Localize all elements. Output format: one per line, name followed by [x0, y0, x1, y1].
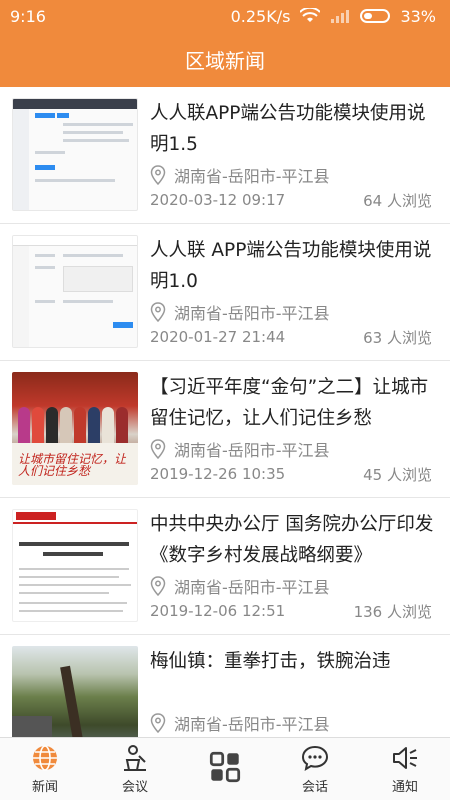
news-thumbnail: [12, 98, 138, 211]
status-bar: 9:16 0.25K/s 33%: [0, 0, 450, 32]
battery-icon: [360, 9, 391, 23]
thumbnail-caption: 让城市留住记忆，让人们记住乡愁: [18, 452, 127, 478]
location-pin-icon: [150, 712, 166, 733]
news-title: 梅仙镇：重拳打击，铁腕治违: [150, 651, 391, 672]
chat-icon: [301, 745, 329, 771]
location-pin-icon: [150, 438, 166, 459]
news-date: 2020-03-12 09:17: [150, 191, 286, 210]
tab-news[interactable]: 新闻: [0, 738, 90, 800]
signal-icon: [331, 10, 350, 23]
location-pin-icon: [150, 301, 166, 322]
tab-apps[interactable]: [180, 738, 270, 800]
tab-label: 会话: [301, 779, 328, 795]
status-time: 9:16: [10, 6, 46, 26]
news-views: 64 人浏览: [363, 191, 432, 210]
news-location: 湖南省-岳阳市-平江县: [174, 440, 330, 460]
grid-icon: [209, 751, 241, 783]
tab-notice[interactable]: 通知: [360, 738, 450, 800]
news-item[interactable]: 让城市留住记忆，让人们记住乡愁 【习近平年度“金句”之二】让城市留住记忆，让人们…: [0, 361, 450, 498]
tab-chat[interactable]: 会话: [270, 738, 360, 800]
news-item[interactable]: 梅仙镇：重拳打击，铁腕治违 湖南省-岳阳市-平江县: [0, 635, 450, 737]
location-pin-icon: [150, 164, 166, 185]
news-title: 人人联 APP端公告功能模块使用说明1.0: [150, 240, 432, 292]
page-header: 区域新闻: [0, 32, 450, 87]
news-location: 湖南省-岳阳市-平江县: [174, 166, 330, 186]
speaker-icon: [393, 746, 417, 769]
news-thumbnail: 让城市留住记忆，让人们记住乡愁: [12, 372, 138, 485]
network-speed: 0.25K/s: [230, 6, 291, 26]
news-date: 2020-01-27 21:44: [150, 328, 286, 347]
news-views: 63 人浏览: [363, 328, 432, 347]
page-title: 区域新闻: [185, 49, 265, 73]
news-views: 45 人浏览: [363, 465, 432, 484]
news-item[interactable]: 中共中央办公厅 国务院办公厅印发《数字乡村发展战略纲要》 湖南省-岳阳市-平江县…: [0, 498, 450, 635]
news-thumbnail: [12, 646, 138, 737]
news-location: 湖南省-岳阳市-平江县: [174, 577, 330, 597]
news-item[interactable]: 人人联 APP端公告功能模块使用说明1.0 湖南省-岳阳市-平江县 2020-0…: [0, 224, 450, 361]
news-views: 136 人浏览: [353, 602, 432, 621]
tab-label: 会议: [121, 779, 148, 795]
news-location: 湖南省-岳阳市-平江县: [174, 714, 330, 734]
news-item[interactable]: 人人联APP端公告功能模块使用说明1.5 湖南省-岳阳市-平江县 2020-03…: [0, 87, 450, 224]
news-title: 【习近平年度“金句”之二】让城市留住记忆，让人们记住乡愁: [150, 377, 429, 429]
podium-icon: [124, 744, 146, 771]
globe-icon: [33, 744, 57, 771]
news-thumbnail: [12, 235, 138, 348]
battery-level: 33%: [400, 6, 436, 26]
news-date: 2019-12-06 12:51: [150, 602, 286, 621]
tab-meeting[interactable]: 会议: [90, 738, 180, 800]
tab-label: 新闻: [31, 779, 58, 795]
news-list[interactable]: 人人联APP端公告功能模块使用说明1.5 湖南省-岳阳市-平江县 2020-03…: [0, 87, 450, 737]
news-title: 人人联APP端公告功能模块使用说明1.5: [150, 103, 426, 155]
news-title: 中共中央办公厅 国务院办公厅印发《数字乡村发展战略纲要》: [150, 514, 434, 566]
location-pin-icon: [150, 575, 166, 596]
news-thumbnail: [12, 509, 138, 622]
news-date: 2019-12-26 10:35: [150, 465, 286, 484]
news-location: 湖南省-岳阳市-平江县: [174, 303, 330, 323]
bottom-tab-bar: 新闻 会议 会话 通知: [0, 737, 450, 800]
tab-label: 通知: [391, 779, 418, 795]
wifi-icon: [300, 8, 321, 22]
